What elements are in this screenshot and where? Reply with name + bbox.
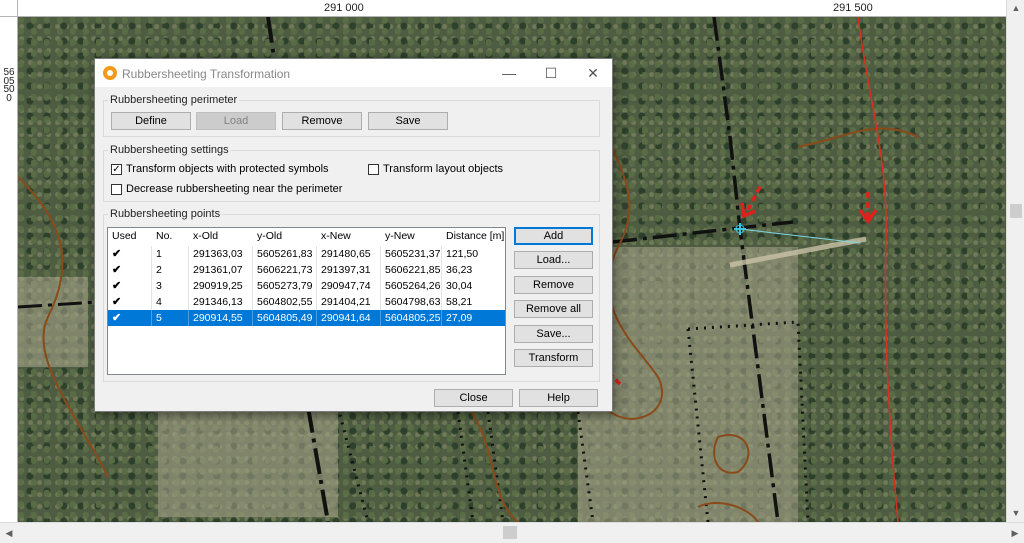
transform-button[interactable]: Transform	[514, 349, 593, 367]
add-point-button[interactable]: Add	[514, 227, 593, 245]
table-cell: 291404,21	[317, 294, 381, 310]
table-cell: 4	[152, 294, 189, 310]
horizontal-scroll-thumb[interactable]	[503, 526, 517, 539]
remove-perimeter-button[interactable]: Remove	[282, 112, 362, 130]
table-cell: 5604798,63	[381, 294, 442, 310]
help-button[interactable]: Help	[519, 389, 598, 407]
points-table[interactable]: Used No. x-Old y-Old x-New y-New Distanc…	[107, 227, 506, 375]
table-cell: 291361,07	[189, 262, 253, 278]
table-cell: 5604805,49	[253, 310, 317, 326]
column-header-no[interactable]: No.	[152, 228, 189, 244]
table-cell: 30,04	[446, 280, 473, 292]
checkbox-label: Transform objects with protected symbols	[126, 163, 329, 175]
table-row[interactable]: ✔ 3 290919,25 5605273,79 290947,74 56052…	[108, 278, 505, 294]
ruler-corner	[0, 0, 18, 17]
column-header-x-new[interactable]: x-New	[317, 228, 381, 244]
table-cell: 5604805,25	[381, 310, 442, 326]
points-group-title: Rubbersheeting points	[108, 208, 223, 220]
column-header-used[interactable]: Used	[108, 228, 152, 244]
column-header-distance[interactable]: Distance [m]	[442, 228, 505, 244]
annotation-arrow-old-point	[740, 186, 762, 219]
column-header-x-old[interactable]: x-Old	[189, 228, 253, 244]
x-ruler-tick: 291 000	[324, 2, 364, 14]
table-cell: 5606221,73	[253, 262, 317, 278]
define-perimeter-button[interactable]: Define	[111, 112, 191, 130]
checkbox-checked-icon[interactable]: ✓	[111, 164, 122, 175]
table-cell: 291397,31	[317, 262, 381, 278]
save-perimeter-button[interactable]: Save	[368, 112, 448, 130]
table-cell: 291346,13	[189, 294, 253, 310]
table-cell: 291363,03	[189, 246, 253, 262]
dialog-titlebar[interactable]: Rubbersheeting Transformation — ☐ ✕	[95, 59, 612, 87]
used-check-icon[interactable]: ✔	[108, 278, 152, 294]
scroll-left-icon[interactable]: ◀	[0, 523, 18, 543]
table-cell: 290914,55	[189, 310, 253, 326]
left-ruler: 5605500	[0, 17, 18, 522]
y-ruler-label: 5605500	[3, 67, 15, 104]
table-cell: 290919,25	[189, 278, 253, 294]
vertical-scrollbar[interactable]: ▲ ▼	[1006, 0, 1024, 522]
save-points-button[interactable]: Save...	[514, 325, 593, 343]
table-cell: 36,23	[446, 264, 473, 276]
table-cell: 5605264,26	[381, 278, 442, 294]
table-cell: 5	[152, 310, 189, 326]
checkbox-label: Transform layout objects	[383, 163, 504, 175]
perimeter-group-title: Rubbersheeting perimeter	[108, 94, 240, 106]
column-header-y-new[interactable]: y-New	[381, 228, 442, 244]
remove-point-button[interactable]: Remove	[514, 276, 593, 294]
column-header-y-old[interactable]: y-Old	[253, 228, 317, 244]
table-cell: 2	[152, 262, 189, 278]
app-icon	[103, 66, 117, 80]
minimize-button[interactable]: —	[495, 63, 523, 83]
used-check-icon[interactable]: ✔	[108, 246, 152, 262]
settings-group-title: Rubbersheeting settings	[108, 144, 231, 156]
horizontal-scrollbar[interactable]: ◀ ▶	[0, 522, 1024, 542]
table-cell: 5606221,85	[381, 262, 442, 278]
close-window-button[interactable]: ✕	[579, 63, 607, 83]
table-cell: 5605231,37	[381, 246, 442, 262]
load-perimeter-button[interactable]: Load	[196, 112, 276, 130]
table-cell: 3	[152, 278, 189, 294]
top-ruler: 291 000 291 500	[18, 0, 1006, 17]
table-header: Used No. x-Old y-Old x-New y-New Distanc…	[108, 228, 505, 245]
used-check-icon[interactable]: ✔	[108, 310, 152, 326]
checkbox-unchecked-icon[interactable]	[368, 164, 379, 175]
used-check-icon[interactable]: ✔	[108, 262, 152, 278]
remove-all-points-button[interactable]: Remove all	[514, 300, 593, 318]
table-cell: 58,21	[446, 296, 473, 308]
table-cell: 5604802,55	[253, 294, 317, 310]
table-cell: 5605261,83	[253, 246, 317, 262]
scroll-up-icon[interactable]: ▲	[1007, 0, 1024, 17]
table-cell: 290941,64	[317, 310, 381, 326]
rubbersheeting-dialog: Rubbersheeting Transformation — ☐ ✕ Rubb…	[94, 58, 613, 412]
table-cell: 290947,74	[317, 278, 381, 294]
x-ruler-tick: 291 500	[833, 2, 873, 14]
checkbox-unchecked-icon[interactable]	[111, 184, 122, 195]
table-cell: 121,50	[446, 248, 479, 260]
dialog-title: Rubbersheeting Transformation	[122, 67, 291, 81]
table-cell: 1	[152, 246, 189, 262]
table-row[interactable]: ✔ 4 291346,13 5604802,55 291404,21 56047…	[108, 294, 505, 310]
checkbox-label: Decrease rubbersheeting near the perimet…	[126, 183, 343, 195]
close-button[interactable]: Close	[434, 389, 513, 407]
table-cell: 27,09	[446, 312, 473, 324]
table-row-selected[interactable]: ✔ 5 290914,55 5604805,49 290941,64 56048…	[108, 310, 505, 326]
table-row[interactable]: ✔ 1 291363,03 5605261,83 291480,65 56052…	[108, 246, 505, 262]
load-points-button[interactable]: Load...	[514, 251, 593, 269]
scroll-right-icon[interactable]: ▶	[1006, 523, 1024, 543]
annotation-arrow-new-point	[858, 192, 878, 224]
table-cell: 5605273,79	[253, 278, 317, 294]
table-row[interactable]: ✔ 2 291361,07 5606221,73 291397,31 56062…	[108, 262, 505, 278]
scroll-down-icon[interactable]: ▼	[1007, 505, 1024, 522]
maximize-button[interactable]: ☐	[537, 63, 565, 83]
vertical-scroll-thumb[interactable]	[1010, 204, 1022, 218]
used-check-icon[interactable]: ✔	[108, 294, 152, 310]
table-cell: 291480,65	[317, 246, 381, 262]
